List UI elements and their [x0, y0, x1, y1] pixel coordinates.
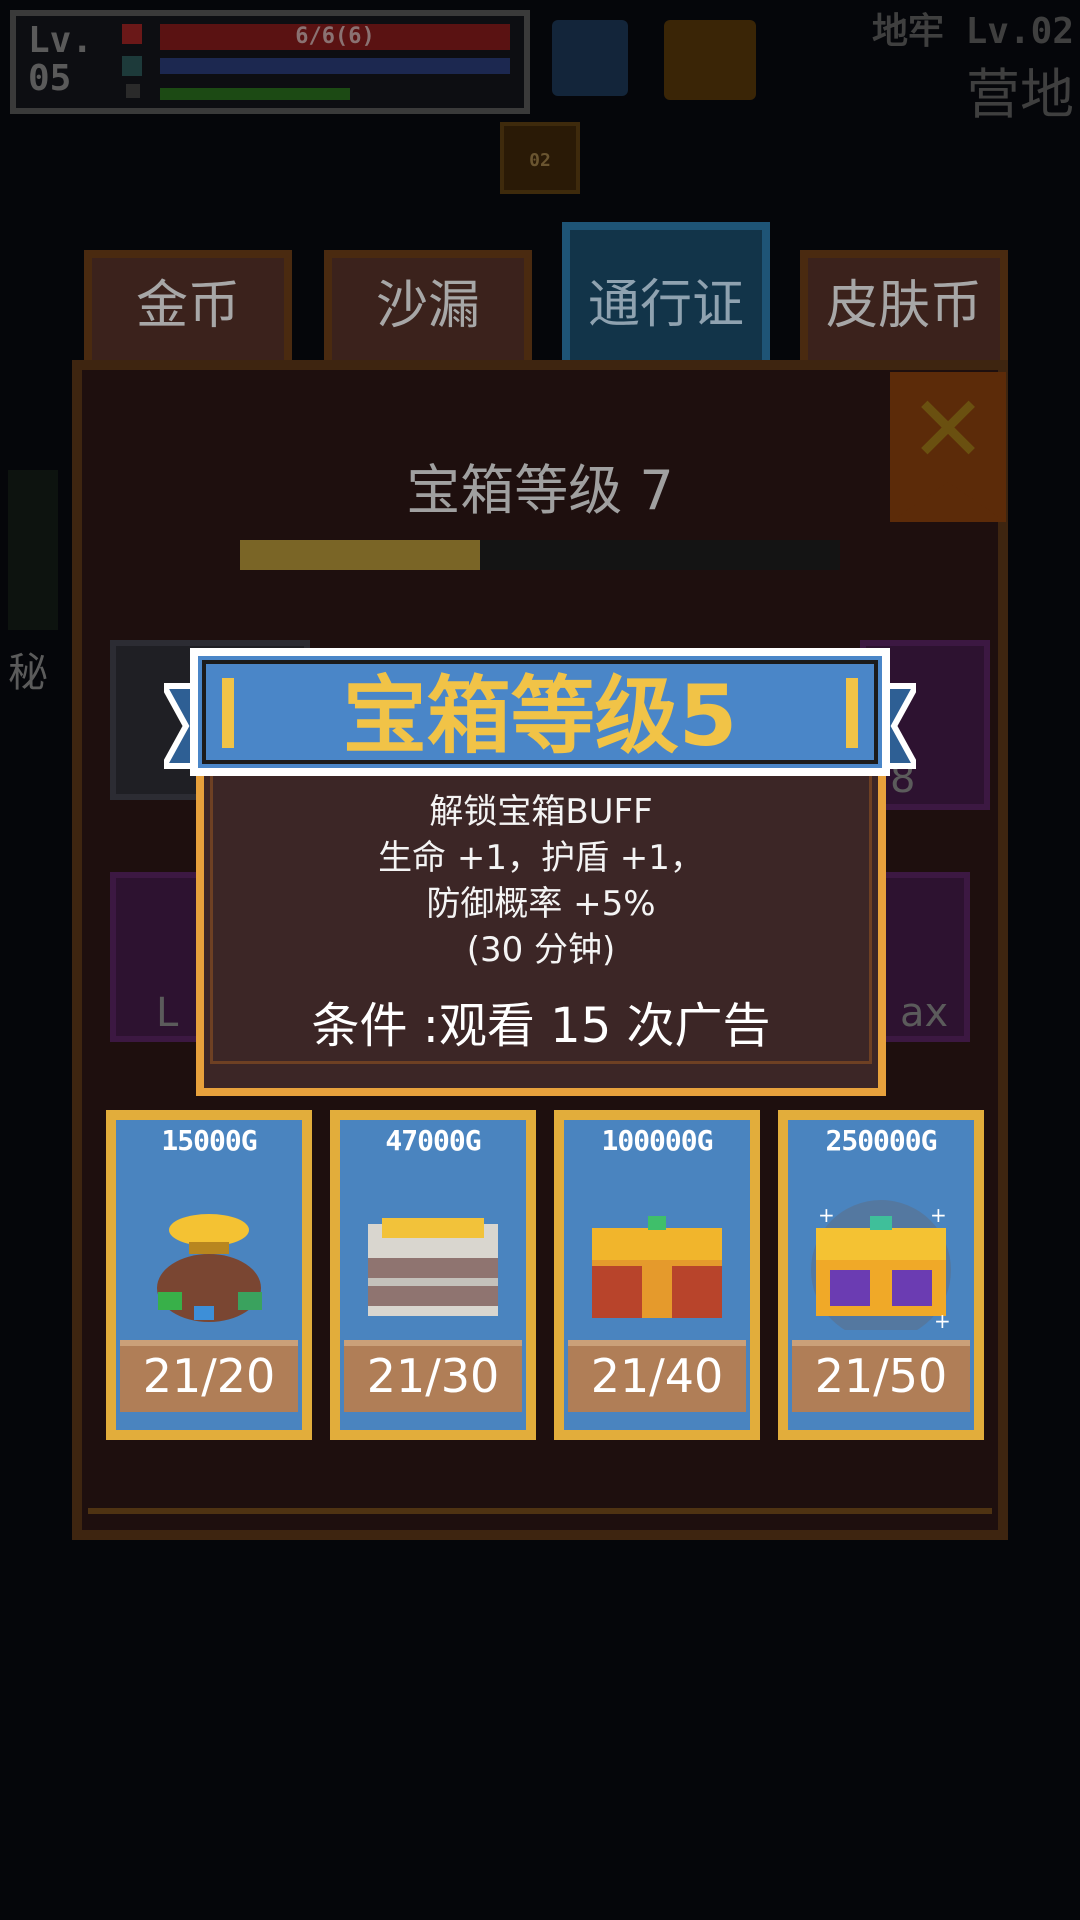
chest-price: 250000G	[825, 1124, 937, 1157]
chest-level-title: 宝箱等级 7	[406, 459, 674, 522]
side-label: 秘	[8, 650, 48, 696]
player-level-value: 05	[28, 58, 72, 99]
chest-price: 15000G	[161, 1124, 257, 1157]
silver-chest-icon	[368, 1218, 498, 1316]
gold-pot-icon	[157, 1214, 262, 1322]
chest-card-silver[interactable]: 47000G 21/30	[330, 1110, 536, 1440]
tab-pass[interactable]: 通行证	[562, 222, 770, 370]
chest-card-gold-pot[interactable]: 15000G 21/20	[106, 1110, 312, 1440]
popup-description-line: 解锁宝箱BUFF	[429, 792, 653, 832]
chest-count-bar: 21/20	[120, 1340, 298, 1412]
svg-text:+: +	[934, 1309, 951, 1330]
chest-card-red[interactable]: 100000G 21/40	[554, 1110, 760, 1440]
chest-count-bar: 21/40	[568, 1340, 746, 1412]
popup-title: 宝箱等级5	[342, 667, 738, 765]
heart-icon	[122, 24, 142, 44]
popup-duration: (30 分钟)	[466, 930, 616, 970]
chest-count: 21/30	[366, 1349, 500, 1403]
chest-count-bar: 21/30	[344, 1340, 522, 1412]
chest-price: 100000G	[601, 1124, 713, 1157]
buff-slot-label: ax	[900, 990, 949, 1036]
chest-count: 21/40	[590, 1349, 724, 1403]
side-decoration	[8, 470, 58, 630]
player-level-label: Lv.	[28, 20, 94, 61]
svg-text:+: +	[930, 1203, 947, 1227]
floor-badge-number: 02	[529, 150, 551, 171]
chest-count: 21/20	[142, 1349, 276, 1403]
dungeon-level: 地牢 Lv.02	[871, 11, 1074, 52]
purple-chest-icon: + + +	[811, 1200, 951, 1330]
chest-count: 21/50	[814, 1349, 948, 1403]
xp-bar	[160, 88, 350, 100]
location-name: 营地	[966, 63, 1074, 126]
xp-icon	[126, 84, 140, 98]
chest-card-purple[interactable]: 250000G + + + 21/50	[778, 1110, 984, 1440]
chest-level-progress-fill	[240, 540, 480, 570]
svg-text:+: +	[818, 1203, 835, 1227]
shield-bar	[160, 58, 510, 74]
stats-button[interactable]	[664, 20, 756, 100]
panel-divider	[88, 1508, 992, 1514]
chest-price: 47000G	[385, 1124, 481, 1157]
shield-icon	[122, 56, 142, 76]
red-chest-icon	[592, 1216, 722, 1318]
player-level: Lv. 05	[28, 22, 93, 98]
popup-description-line: 防御概率 +5%	[426, 884, 656, 924]
buff-slot-label: L	[156, 990, 179, 1036]
chest-count-bar: 21/50	[792, 1340, 970, 1412]
tab-skin-coin[interactable]: 皮肤币	[800, 250, 1008, 370]
map-button[interactable]	[552, 20, 628, 96]
popup-description-line: 生命 +1，护盾 +1，	[378, 838, 704, 878]
hp-text: 6/6(6)	[295, 24, 375, 49]
popup-condition: 条件 :观看 15 次广告	[311, 998, 771, 1054]
tab-hourglass[interactable]: 沙漏	[324, 250, 532, 370]
tab-gold[interactable]: 金币	[84, 250, 292, 370]
